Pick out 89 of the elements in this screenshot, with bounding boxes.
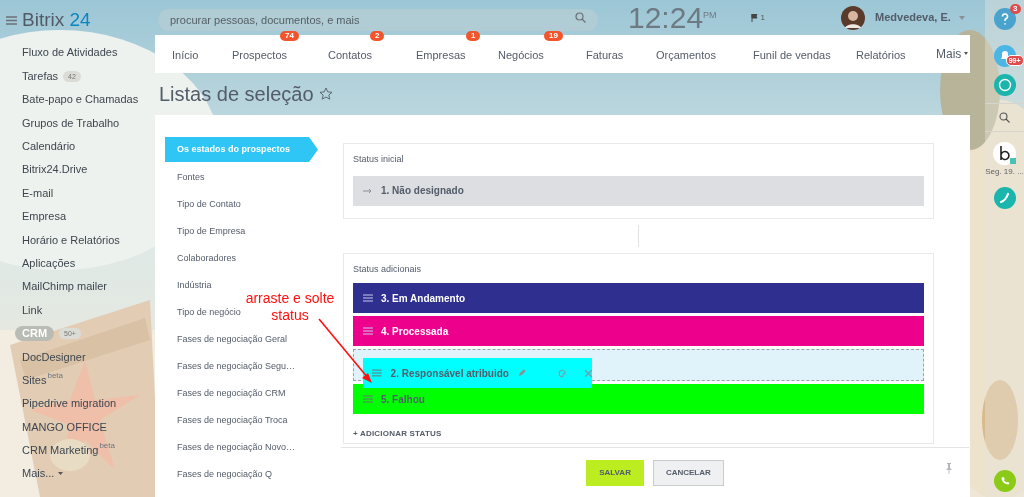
status-label: 5. Falhou: [381, 392, 425, 407]
section-title: Status inicial: [353, 153, 405, 166]
cancel-button[interactable]: CANCELAR: [652, 459, 724, 486]
add-status-link[interactable]: + ADICIONAR STATUS: [353, 428, 442, 440]
sidebar-item[interactable]: Bitrix24.Drive: [22, 161, 88, 178]
dragged-status-item[interactable]: 2. Responsável atribuido: [363, 358, 592, 388]
list-item[interactable]: Indústria: [165, 272, 212, 299]
sidebar-item[interactable]: Grupos de Trabalho: [22, 114, 120, 132]
list-item[interactable]: Fases de negociação Segu…: [165, 353, 296, 380]
nav-tab[interactable]: Faturas: [586, 48, 624, 61]
star-icon[interactable]: [318, 86, 333, 101]
sidebar-item[interactable]: Empresa: [22, 208, 67, 225]
status-label: 2. Responsável atribuido: [390, 366, 509, 381]
annotation-arrow: [318, 318, 374, 384]
sidebar-item[interactable]: Bate-papo e Chamadas: [22, 91, 139, 108]
avatar[interactable]: [841, 5, 866, 30]
pencil-icon[interactable]: [517, 369, 526, 377]
count-badge: 74: [280, 30, 299, 41]
user-name[interactable]: Medvedeva, E.: [875, 9, 951, 26]
count-badge: 19: [544, 30, 563, 41]
status-label: 4. Processada: [381, 324, 449, 339]
nav-tab[interactable]: Início: [172, 48, 199, 61]
list-item[interactable]: Fases de negociação Geral: [165, 326, 288, 353]
status-label: 3. Em Andamento: [381, 291, 466, 306]
sidebar-item[interactable]: MANGO OFFICE: [22, 418, 107, 436]
date-label: Seg. 19. ...: [985, 166, 1024, 178]
sidebar-item[interactable]: Aplicações: [22, 254, 76, 272]
list-item[interactable]: Fases de negociação CRM: [165, 380, 286, 407]
status-item[interactable]: 5. Falhou: [353, 384, 924, 414]
nav-tab[interactable]: Empresas: [416, 48, 466, 61]
logo[interactable]: Bitrix 24: [22, 5, 91, 35]
palette-icon[interactable]: [557, 368, 567, 378]
save-button[interactable]: SALVAR: [586, 459, 644, 486]
notification-badge: 3: [1010, 4, 1021, 14]
list-item[interactable]: Fontes: [165, 164, 205, 191]
menu-icon[interactable]: [6, 15, 17, 25]
nav-tab[interactable]: Funil de vendas: [753, 48, 831, 61]
search-field[interactable]: procurar pessoas, documentos, e mais: [158, 8, 598, 31]
list-item[interactable]: Fases de negociação Novo…: [165, 434, 296, 461]
sidebar-item[interactable]: Tarefas: [22, 67, 59, 85]
contact-avatar[interactable]: [993, 142, 1016, 165]
clock: 12:24: [628, 2, 704, 33]
sidebar-item[interactable]: Pipedrive migration: [22, 395, 117, 412]
nav-tab[interactable]: Prospectos: [232, 48, 288, 61]
page-title: Listas de seleção: [159, 81, 314, 107]
status-item[interactable]: 3. Em Andamento: [353, 283, 924, 313]
list-item[interactable]: Colaboradores: [165, 245, 237, 272]
clock-period: PM: [703, 10, 717, 20]
count-badge: 2: [370, 30, 385, 41]
sidebar-item[interactable]: Sites: [22, 371, 47, 389]
chat-icon[interactable]: [993, 74, 1016, 96]
list-item[interactable]: Fases de negociação Q: [165, 461, 273, 488]
nav-tab[interactable]: Negócios: [498, 48, 544, 61]
sidebar-item[interactable]: Horário e Relatórios: [22, 231, 120, 249]
list-item[interactable]: Tipo de negócio: [165, 299, 241, 326]
status-item[interactable]: 4. Processada: [353, 316, 924, 346]
sidebar-item[interactable]: DocDesigner: [22, 348, 86, 365]
search-icon[interactable]: [575, 11, 586, 23]
sidebar-item[interactable]: Fluxo de Atividades: [22, 44, 118, 61]
beta-label: beta: [47, 370, 64, 383]
phone-icon[interactable]: [993, 470, 1016, 492]
status-label: 1. Não designado: [381, 184, 464, 198]
caret-icon[interactable]: [964, 52, 969, 56]
nav-tab[interactable]: Relatórios: [856, 48, 906, 61]
drag-handle-icon[interactable]: [372, 369, 382, 377]
more-link[interactable]: Mais...: [22, 465, 55, 482]
nav-tab[interactable]: Contatos: [328, 48, 373, 61]
arrow-icon: [363, 187, 373, 194]
nav-tab[interactable]: Orçamentos: [656, 48, 716, 61]
sidebar-item[interactable]: Calendário: [22, 138, 76, 155]
beta-label: beta: [99, 440, 115, 453]
list-item[interactable]: Tipo de Contato: [165, 191, 241, 218]
search-icon[interactable]: [999, 112, 1010, 123]
drag-handle-icon[interactable]: [363, 395, 373, 403]
sidebar-item[interactable]: CRM Marketing: [22, 442, 99, 459]
close-icon[interactable]: [585, 369, 592, 377]
phone-icon[interactable]: [993, 187, 1016, 209]
count-badge: 1: [466, 30, 481, 41]
flag-icon[interactable]: [750, 13, 758, 22]
sidebar-item[interactable]: E-mail: [22, 184, 54, 202]
sidebar-item[interactable]: MailChimp mailer: [22, 278, 107, 295]
more-menu[interactable]: Mais: [936, 44, 969, 63]
status-item[interactable]: 1. Não designado: [353, 175, 924, 206]
list-item[interactable]: Tipo de Empresa: [165, 218, 246, 245]
list-item[interactable]: Fases de negociação Troca: [165, 407, 288, 434]
sidebar-item[interactable]: Link: [22, 301, 43, 319]
section-title: Status adicionais: [353, 262, 423, 276]
help-icon[interactable]: [993, 8, 1016, 30]
flag-count: 1: [760, 11, 766, 24]
